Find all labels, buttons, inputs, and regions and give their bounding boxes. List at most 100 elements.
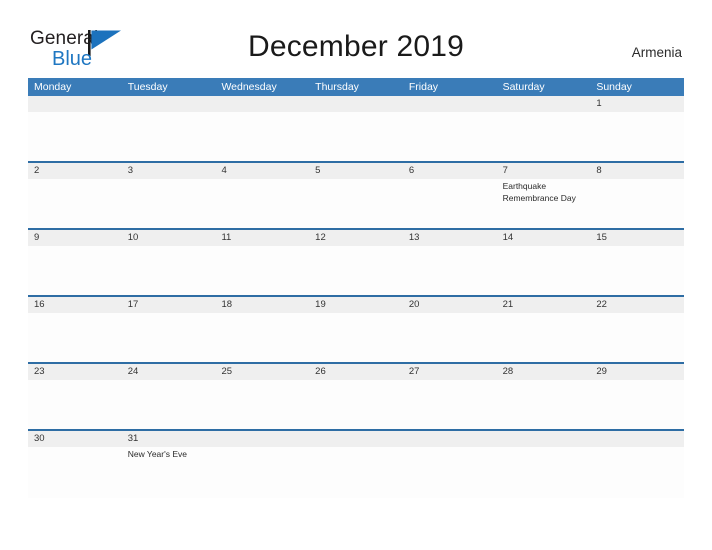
- day-cell-10[interactable]: 10: [122, 230, 216, 246]
- day-number: 22: [596, 299, 607, 310]
- event-band: Earthquake Remembrance Day: [28, 179, 684, 228]
- day-cell-11[interactable]: 11: [215, 230, 309, 246]
- event-cell-empty: [215, 313, 309, 362]
- day-number: 19: [315, 299, 326, 310]
- day-cell-30[interactable]: 30: [28, 431, 122, 447]
- day-cell-7[interactable]: 7: [497, 163, 591, 179]
- event-cell-empty: [215, 179, 309, 228]
- day-cell-16[interactable]: 16: [28, 297, 122, 313]
- day-cell-empty: [309, 431, 403, 447]
- day-number: 1: [596, 98, 602, 109]
- day-number: 7: [502, 165, 508, 176]
- event-cell-empty: [122, 246, 216, 295]
- day-number: 24: [127, 366, 139, 377]
- day-cell-empty: [122, 96, 216, 112]
- day-cell-24[interactable]: 24: [122, 364, 216, 380]
- day-cell-9[interactable]: 9: [28, 230, 122, 246]
- event-cell-empty: [215, 447, 309, 496]
- day-number: 26: [315, 366, 326, 377]
- event-cell-empty: [590, 380, 684, 429]
- day-cell-13[interactable]: 13: [403, 230, 497, 246]
- event-cell-empty: [590, 179, 684, 228]
- day-cell-22[interactable]: 22: [590, 297, 684, 313]
- day-number: 14: [502, 232, 514, 243]
- day-cell-empty: [590, 431, 684, 447]
- day-cell-21[interactable]: 21: [497, 297, 591, 313]
- event-cell-empty: [403, 313, 497, 362]
- event-cell-31[interactable]: New Year's Eve: [122, 447, 216, 496]
- event-label: New Year's Eve: [127, 449, 187, 459]
- event-cell-empty: [590, 246, 684, 295]
- day-number: 31: [127, 433, 139, 444]
- day-number: 10: [127, 232, 139, 243]
- day-number: 29: [596, 366, 607, 377]
- event-cell-empty: [28, 112, 122, 161]
- day-number: 12: [315, 232, 326, 243]
- day-cell-19[interactable]: 19: [309, 297, 403, 313]
- event-band: [28, 313, 684, 362]
- day-number: 28: [502, 366, 514, 377]
- date-number-band: 1: [28, 96, 684, 112]
- calendar-week-row: 1: [28, 96, 684, 163]
- weekday-header-monday: Monday: [34, 81, 72, 93]
- day-cell-23[interactable]: 23: [28, 364, 122, 380]
- event-cell-empty: [309, 246, 403, 295]
- day-cell-25[interactable]: 25: [215, 364, 309, 380]
- day-cell-18[interactable]: 18: [215, 297, 309, 313]
- day-number: 3: [127, 165, 134, 176]
- day-number: 17: [127, 299, 139, 310]
- day-cell-14[interactable]: 14: [497, 230, 591, 246]
- date-number-band: 9 10 11 12 13 14 15: [28, 230, 684, 246]
- calendar-week-row: 23 24 25 26 27 28 29: [28, 364, 684, 431]
- day-cell-15[interactable]: 15: [590, 230, 684, 246]
- day-number: 25: [221, 366, 233, 377]
- day-cell-29[interactable]: 29: [590, 364, 684, 380]
- calendar-grid: Monday Tuesday Wednesday Thursday Friday Satu…: [28, 78, 684, 498]
- day-cell-6[interactable]: 6: [403, 163, 497, 179]
- day-cell-3[interactable]: 3: [122, 163, 216, 179]
- event-cell-empty: [215, 246, 309, 295]
- day-cell-12[interactable]: 12: [309, 230, 403, 246]
- event-cell-empty: [497, 313, 591, 362]
- day-cell-empty: [403, 96, 497, 112]
- day-cell-28[interactable]: 28: [497, 364, 591, 380]
- day-cell-empty: [497, 431, 591, 447]
- day-cell-2[interactable]: 2: [28, 163, 122, 179]
- calendar-week-row: 30 31 New Year's Eve: [28, 431, 684, 498]
- day-number: 11: [221, 232, 232, 243]
- event-cell-empty: [28, 179, 122, 228]
- calendar-page: { "brand": { "name_part1": "General", "n…: [0, 0, 712, 550]
- day-cell-26[interactable]: 26: [309, 364, 403, 380]
- day-cell-27[interactable]: 27: [403, 364, 497, 380]
- day-number: 9: [34, 232, 40, 243]
- event-cell-empty: [590, 112, 684, 161]
- day-cell-20[interactable]: 20: [403, 297, 497, 313]
- event-cell-empty: [403, 246, 497, 295]
- event-cell-empty: [215, 380, 309, 429]
- day-cell-1[interactable]: 1: [590, 96, 684, 112]
- event-cell-empty: [403, 447, 497, 496]
- event-cell-empty: [497, 447, 591, 496]
- day-cell-5[interactable]: 5: [309, 163, 403, 179]
- event-cell-empty: [590, 313, 684, 362]
- weekday-header-thursday: Thursday: [315, 81, 359, 93]
- day-cell-empty: [403, 431, 497, 447]
- day-cell-empty: [215, 431, 309, 447]
- event-band: [28, 112, 684, 161]
- day-cell-empty: [215, 96, 309, 112]
- day-number: 20: [408, 299, 420, 310]
- weekday-header-saturday: Saturday: [502, 81, 545, 93]
- event-cell-7[interactable]: Earthquake Remembrance Day: [497, 179, 591, 228]
- country-label: Armenia: [631, 45, 682, 60]
- event-cell-empty: [590, 447, 684, 496]
- page-header: General Blue December 2019 Armenia: [0, 0, 712, 78]
- weekday-header-wednesday: Wednesday: [221, 81, 277, 93]
- day-number: 30: [34, 433, 45, 444]
- day-cell-4[interactable]: 4: [215, 163, 309, 179]
- day-cell-8[interactable]: 8: [590, 163, 684, 179]
- day-cell-17[interactable]: 17: [122, 297, 216, 313]
- date-number-band: 30 31: [28, 431, 684, 447]
- event-cell-empty: [28, 246, 122, 295]
- day-cell-31[interactable]: 31: [122, 431, 216, 447]
- day-number: 16: [34, 299, 45, 310]
